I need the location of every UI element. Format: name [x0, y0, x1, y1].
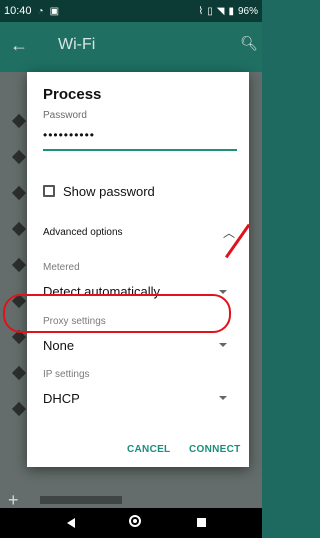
- nav-recents-icon[interactable]: [197, 518, 206, 527]
- wifi-signal-icon: [11, 365, 27, 381]
- show-password-checkbox[interactable]: [43, 185, 55, 197]
- password-label: Password: [43, 110, 87, 121]
- app-bar: ← Wi-Fi 🔍︎: [0, 22, 262, 72]
- wifi-signal-icon: [11, 185, 27, 201]
- wifi-signal-icon: [11, 257, 27, 273]
- wifi-signal-icon: [11, 149, 27, 165]
- battery-icon: ▮: [228, 5, 234, 17]
- ip-settings-select[interactable]: DHCP: [43, 391, 80, 406]
- chevron-down-icon[interactable]: [219, 290, 227, 294]
- status-time: 10:40: [4, 5, 32, 17]
- chevron-up-icon[interactable]: ︿: [223, 224, 235, 241]
- wifi-signal-icon: [11, 221, 27, 237]
- add-network-label: [40, 496, 122, 504]
- status-right-icons: ⌇ ▯ ◥ ▮ 96%: [198, 6, 258, 17]
- metered-label: Metered: [43, 262, 80, 273]
- battery-percent: 96%: [237, 5, 258, 17]
- chevron-down-icon[interactable]: [219, 396, 227, 400]
- image-icon: ▣: [49, 5, 60, 17]
- wifi-icon: ◔: [37, 5, 44, 17]
- nav-back-icon[interactable]: [67, 518, 75, 528]
- app-bar-title: Wi-Fi: [58, 36, 96, 53]
- ip-settings-label: IP settings: [43, 369, 90, 380]
- proxy-select[interactable]: None: [43, 338, 74, 353]
- password-input[interactable]: ••••••••••: [43, 128, 95, 142]
- cancel-button[interactable]: CANCEL: [127, 444, 170, 455]
- wifi-icon: ◥: [216, 5, 225, 17]
- vibrate-icon: ▯: [207, 5, 213, 17]
- wifi-connect-dialog: Process Password •••••••••• Show passwor…: [27, 72, 249, 467]
- dialog-title: Process: [43, 86, 102, 103]
- show-password-label[interactable]: Show password: [63, 184, 155, 199]
- connect-button[interactable]: CONNECT: [189, 444, 241, 455]
- search-icon[interactable]: 🔍︎: [240, 35, 258, 52]
- password-underline: [43, 149, 237, 151]
- wifi-signal-icon: [11, 401, 27, 417]
- navigation-bar: [0, 508, 262, 538]
- chevron-down-icon[interactable]: [219, 343, 227, 347]
- back-arrow-icon[interactable]: ←: [10, 35, 28, 56]
- advanced-options-toggle[interactable]: Advanced options: [43, 227, 123, 238]
- wifi-signal-icon: [11, 113, 27, 129]
- status-bar: 10:40 ◔ ▣ ⌇ ▯ ◥ ▮ 96%: [0, 0, 262, 22]
- nfc-icon: ⌇: [198, 5, 204, 17]
- ip-settings-highlight: [3, 294, 231, 333]
- nav-home-icon[interactable]: [129, 515, 141, 527]
